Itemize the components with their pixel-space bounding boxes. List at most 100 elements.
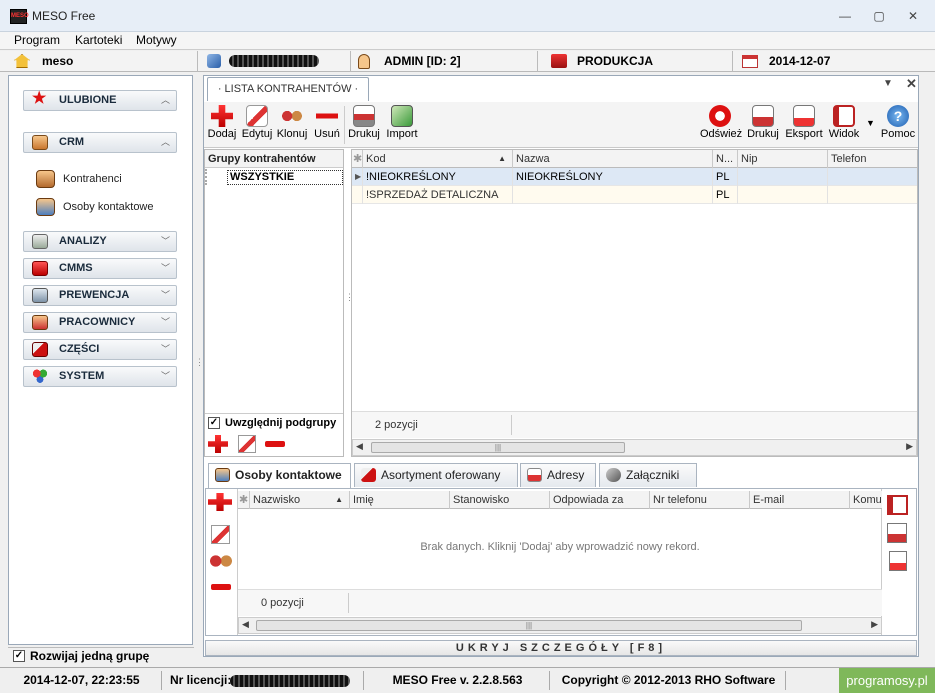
empty-message: Brak danych. Kliknij 'Dodaj' aby wprowad… (420, 541, 700, 553)
close-button[interactable]: ✕ (900, 8, 926, 24)
scroll-left-icon[interactable]: ◀ (356, 441, 363, 452)
minimize-button[interactable]: — (832, 8, 858, 24)
detail-filter-icon[interactable]: ✱ (238, 491, 250, 509)
export-label: Eksport (785, 128, 823, 140)
delete-button[interactable]: Usuń (312, 102, 342, 140)
scroll-left-icon[interactable]: ◀ (242, 619, 249, 630)
cell-nazwa (513, 186, 713, 204)
expand-one-option[interactable]: ✓ Rozwijaj jedną grupę (8, 647, 194, 665)
chevron-down-icon: ﹀ (160, 344, 170, 354)
info-bar: meso ADMIN [ID: 2] PRODUKCJA 2014-12-07 (0, 51, 935, 72)
group-add-icon[interactable] (208, 435, 228, 453)
group-ulubione[interactable]: ★ ULUBIONE ︿ (23, 90, 177, 111)
horizontal-scrollbar[interactable]: ◀ ||| ▶ (352, 439, 917, 456)
refresh-button[interactable]: Odśwież (700, 102, 742, 140)
tab-asortyment[interactable]: Asortyment oferowany (354, 463, 518, 487)
tab-zalaczniki[interactable]: Załączniki (599, 463, 697, 487)
scroll-right-icon[interactable]: ▶ (906, 441, 913, 452)
cell-telefon (828, 186, 917, 204)
clone-icon (281, 105, 303, 127)
clone-button[interactable]: Klonuj (275, 102, 309, 140)
tab-close-icon[interactable]: ✕ (906, 76, 917, 92)
tab-osoby-kontaktowe[interactable]: Osoby kontaktowe (208, 463, 351, 488)
detail-print-icon[interactable] (887, 523, 907, 543)
scroll-right-icon[interactable]: ▶ (871, 619, 878, 630)
include-subgroups-checkbox[interactable]: ✓ (208, 417, 220, 429)
help-label: Pomoc (880, 128, 916, 140)
box-icon (551, 54, 567, 68)
col-nazwa[interactable]: Nazwa (513, 150, 713, 168)
col-imie[interactable]: Imię (350, 491, 450, 509)
tab-label: Adresy (547, 468, 585, 482)
detail-add-icon[interactable] (208, 493, 232, 511)
row-indicator-icon: ▶ (352, 168, 363, 186)
chevron-down-icon: ﹀ (160, 371, 170, 381)
col-stanowisko[interactable]: Stanowisko (450, 491, 550, 509)
print-button[interactable]: Drukuj (347, 102, 381, 140)
group-label: SYSTEM (59, 370, 105, 382)
col-n[interactable]: N... (713, 150, 738, 168)
sort-asc-icon: ▲ (335, 495, 343, 504)
grid-filter-icon[interactable]: ✱ (352, 150, 363, 168)
paperclip-icon (606, 468, 621, 482)
scroll-thumb[interactable]: ||| (371, 442, 625, 453)
tab-lista-kontrahentow[interactable]: · LISTA KONTRAHENTÓW · (207, 77, 369, 101)
detail-remove-icon[interactable] (211, 584, 231, 590)
scroll-thumb[interactable]: ||| (256, 620, 802, 631)
print-label: Drukuj (348, 128, 380, 140)
table-row[interactable]: ▶ !NIEOKREŚLONY NIEOKREŚLONY PL (352, 168, 917, 186)
group-cmms[interactable]: CMMS ﹀ (23, 258, 177, 279)
detail-export-icon[interactable] (889, 551, 907, 571)
group-system[interactable]: SYSTEM ﹀ (23, 366, 177, 387)
detail-horizontal-scrollbar[interactable]: ◀ ||| ▶ (238, 617, 882, 634)
col-nr-telefonu[interactable]: Nr telefonu (650, 491, 750, 509)
company-cell: PRODUKCJA (539, 51, 733, 72)
col-label: Nazwisko (253, 494, 301, 506)
add-button[interactable]: Dodaj (206, 102, 238, 140)
grid-footer: 2 pozycji (352, 411, 917, 438)
cell-telefon (828, 168, 917, 186)
menu-program[interactable]: Program (12, 33, 62, 47)
workers-icon (32, 315, 48, 330)
pencil-icon (246, 105, 268, 127)
group-analizy[interactable]: ANALIZY ﹀ (23, 231, 177, 252)
group-pracownicy[interactable]: PRACOWNICY ﹀ (23, 312, 177, 333)
import-button[interactable]: Import (385, 102, 419, 140)
col-nip[interactable]: Nip (738, 150, 828, 168)
view-dropdown-icon[interactable]: ▼ (866, 118, 875, 128)
col-email[interactable]: E-mail (750, 491, 850, 509)
group-czesci[interactable]: CZĘŚCI ﹀ (23, 339, 177, 360)
group-crm[interactable]: CRM ︿ (23, 132, 177, 153)
minus-icon (316, 105, 338, 127)
help-button[interactable]: ? Pomoc (880, 102, 916, 140)
include-subgroups-option[interactable]: ✓ Uwzględnij podgrupy (205, 413, 343, 432)
cell-n: PL (713, 186, 738, 204)
plus-icon (211, 105, 233, 127)
detail-view-icon[interactable] (887, 495, 908, 515)
splitter-grip[interactable]: ⋮ (195, 358, 204, 380)
group-remove-icon[interactable] (265, 441, 285, 447)
menu-motywy[interactable]: Motywy (134, 33, 179, 47)
group-item-wszystkie[interactable]: WSZYSTKIE (227, 170, 343, 185)
detail-clone-icon[interactable] (209, 555, 233, 567)
print-list-button[interactable]: Drukuj (745, 102, 781, 140)
export-button[interactable]: Eksport (784, 102, 824, 140)
col-komunikator[interactable]: Komun (850, 491, 882, 509)
col-odpowiada-za[interactable]: Odpowiada za (550, 491, 650, 509)
hide-details-button[interactable]: UKRYJ SZCZEGÓŁY [F8] (205, 640, 917, 656)
maximize-button[interactable]: ▢ (866, 8, 892, 24)
detail-edit-icon[interactable] (211, 525, 230, 544)
tab-dropdown-icon[interactable]: ▼ (883, 78, 893, 89)
edit-button[interactable]: Edytuj (241, 102, 273, 140)
table-row[interactable]: !SPRZEDAŻ DETALICZNA PL (352, 186, 917, 204)
view-button[interactable]: Widok (826, 102, 862, 140)
col-kod[interactable]: Kod ▲ (363, 150, 513, 168)
expand-one-checkbox[interactable]: ✓ (13, 650, 25, 662)
tab-adresy[interactable]: Adresy (520, 463, 596, 487)
col-nazwisko[interactable]: Nazwisko ▲ (250, 491, 350, 509)
group-edit-icon[interactable] (238, 435, 256, 453)
col-telefon[interactable]: Telefon (828, 150, 917, 168)
menu-kartoteki[interactable]: Kartoteki (73, 33, 124, 47)
group-prewencja[interactable]: PREWENCJA ﹀ (23, 285, 177, 306)
chevron-down-icon: ﹀ (160, 317, 170, 327)
